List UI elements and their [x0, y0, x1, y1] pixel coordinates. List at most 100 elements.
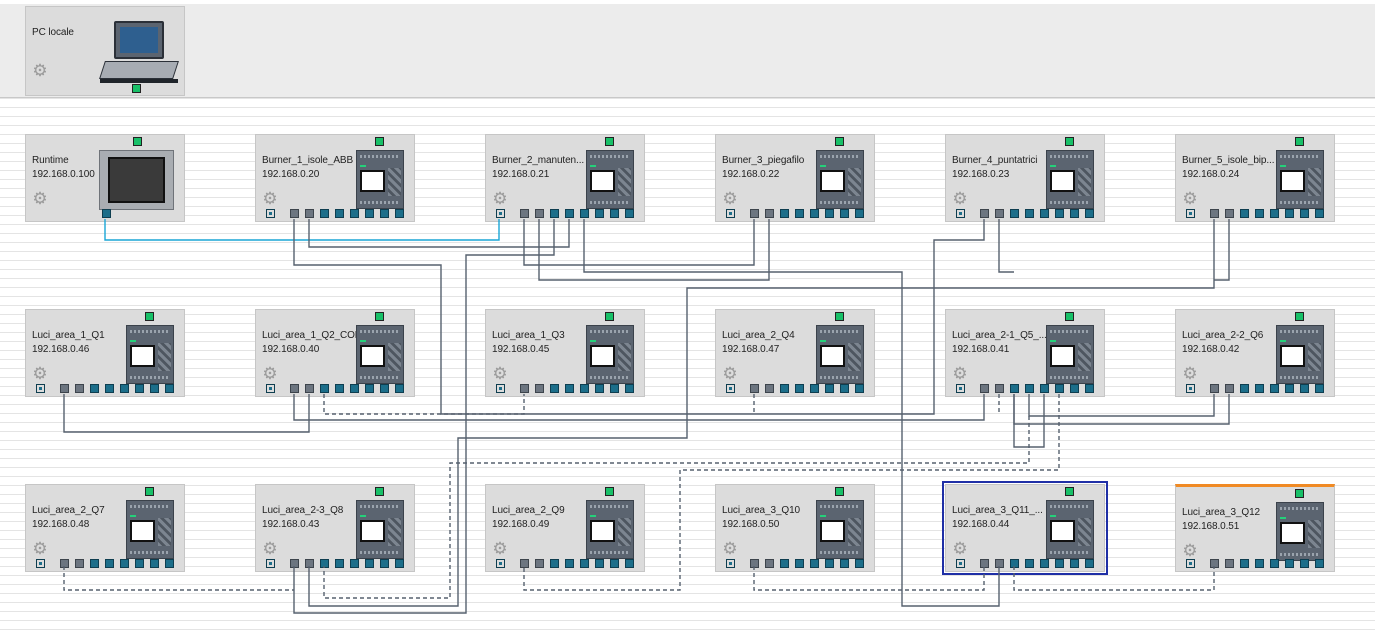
ethernet-port-icon[interactable] [1065, 137, 1074, 146]
ethernet-port-icon[interactable] [1295, 312, 1304, 321]
port-icon[interactable] [780, 559, 789, 568]
port-icon[interactable] [350, 559, 359, 568]
port-icon[interactable] [90, 384, 99, 393]
gear-icon[interactable]: ⚙ [262, 540, 278, 557]
port-icon[interactable] [980, 559, 989, 568]
port-icon[interactable] [995, 384, 1004, 393]
port-icon[interactable] [395, 209, 404, 218]
ethernet-port-icon[interactable] [605, 137, 614, 146]
port-icon[interactable] [765, 209, 774, 218]
port-icon[interactable] [150, 384, 159, 393]
device-luci-q9[interactable]: Luci_area_2_Q9 192.168.0.49 ⚙ [485, 484, 645, 572]
gear-icon[interactable]: ⚙ [952, 365, 968, 382]
port-icon[interactable] [750, 559, 759, 568]
port-icon[interactable] [980, 384, 989, 393]
gear-icon[interactable]: ⚙ [952, 540, 968, 557]
port-icon[interactable] [395, 384, 404, 393]
port-icon[interactable] [496, 559, 505, 568]
ethernet-port-icon[interactable] [605, 312, 614, 321]
port-icon[interactable] [380, 559, 389, 568]
port-icon[interactable] [565, 559, 574, 568]
port-icon[interactable] [795, 559, 804, 568]
port-icon[interactable] [135, 559, 144, 568]
port-icon[interactable] [320, 209, 329, 218]
port-icon[interactable] [1186, 559, 1195, 568]
gear-icon[interactable]: ⚙ [492, 540, 508, 557]
port-icon[interactable] [840, 209, 849, 218]
port-icon[interactable] [1010, 559, 1019, 568]
port-icon[interactable] [305, 209, 314, 218]
port-icon[interactable] [625, 559, 634, 568]
port-icon[interactable] [520, 384, 529, 393]
gear-icon[interactable]: ⚙ [722, 190, 738, 207]
port-icon[interactable] [266, 209, 275, 218]
port-icon[interactable] [726, 559, 735, 568]
port-icon[interactable] [610, 209, 619, 218]
device-runtime[interactable]: Runtime 192.168.0.100 ⚙ [25, 134, 185, 222]
port-icon[interactable] [795, 384, 804, 393]
device-burner-5[interactable]: Burner_5_isole_bip... 192.168.0.24 ⚙ [1175, 134, 1335, 222]
port-icon[interactable] [535, 384, 544, 393]
port-icon[interactable] [535, 559, 544, 568]
port-icon[interactable] [580, 209, 589, 218]
port-icon[interactable] [855, 209, 864, 218]
port-icon[interactable] [1300, 209, 1309, 218]
port-icon[interactable] [60, 384, 69, 393]
ethernet-port-icon[interactable] [1065, 487, 1074, 496]
ethernet-port-icon[interactable] [1295, 137, 1304, 146]
port-icon[interactable] [825, 559, 834, 568]
port-icon[interactable] [120, 384, 129, 393]
port-icon[interactable] [105, 384, 114, 393]
port-icon[interactable] [1300, 384, 1309, 393]
port-icon[interactable] [550, 209, 559, 218]
port-icon[interactable] [1270, 384, 1279, 393]
device-burner-4[interactable]: Burner_4_puntatrici 192.168.0.23 ⚙ [945, 134, 1105, 222]
ethernet-port-icon[interactable] [145, 487, 154, 496]
port-icon[interactable] [1225, 209, 1234, 218]
port-icon[interactable] [1240, 209, 1249, 218]
port-icon[interactable] [855, 559, 864, 568]
network-view-canvas[interactable]: PC locale ⚙ Runtime 192.168.0.100 ⚙ Burn… [0, 0, 1375, 637]
port-icon[interactable] [1225, 559, 1234, 568]
port-icon[interactable] [365, 384, 374, 393]
port-icon[interactable] [1025, 384, 1034, 393]
ethernet-port-icon[interactable] [375, 312, 384, 321]
port-icon[interactable] [750, 209, 759, 218]
port-icon[interactable] [1270, 559, 1279, 568]
port-icon[interactable] [60, 559, 69, 568]
port-icon[interactable] [335, 559, 344, 568]
port-icon[interactable] [520, 209, 529, 218]
device-luci-q6[interactable]: Luci_area_2-2_Q6 192.168.0.42 ⚙ [1175, 309, 1335, 397]
port-icon[interactable] [36, 384, 45, 393]
port-icon[interactable] [520, 559, 529, 568]
port-icon[interactable] [550, 559, 559, 568]
port-icon[interactable] [535, 209, 544, 218]
device-burner-3[interactable]: Burner_3_piegafilo 192.168.0.22 ⚙ [715, 134, 875, 222]
port-icon[interactable] [825, 384, 834, 393]
port-icon[interactable] [610, 559, 619, 568]
port-icon[interactable] [305, 384, 314, 393]
port-icon[interactable] [365, 209, 374, 218]
port-icon[interactable] [840, 559, 849, 568]
device-luci-q8[interactable]: Luci_area_2-3_Q8 192.168.0.43 ⚙ [255, 484, 415, 572]
port-icon[interactable] [320, 384, 329, 393]
port-icon[interactable] [1025, 559, 1034, 568]
port-icon[interactable] [1285, 384, 1294, 393]
port-icon[interactable] [1070, 209, 1079, 218]
port-icon[interactable] [1315, 559, 1324, 568]
port-icon[interactable] [1225, 384, 1234, 393]
port-icon[interactable] [165, 384, 174, 393]
port-icon[interactable] [726, 209, 735, 218]
port-icon[interactable] [135, 384, 144, 393]
port-icon[interactable] [1255, 384, 1264, 393]
port-icon[interactable] [580, 559, 589, 568]
device-luci-q1[interactable]: Luci_area_1_Q1 192.168.0.46 ⚙ [25, 309, 185, 397]
gear-icon[interactable]: ⚙ [32, 540, 48, 557]
port-icon[interactable] [995, 209, 1004, 218]
port-icon[interactable] [565, 209, 574, 218]
port-icon[interactable] [350, 209, 359, 218]
ethernet-port-icon[interactable] [145, 312, 154, 321]
device-luci-q2[interactable]: Luci_area_1_Q2_COM 192.168.0.40 ⚙ [255, 309, 415, 397]
port-icon[interactable] [595, 559, 604, 568]
device-pc-locale[interactable]: PC locale ⚙ [25, 6, 185, 96]
